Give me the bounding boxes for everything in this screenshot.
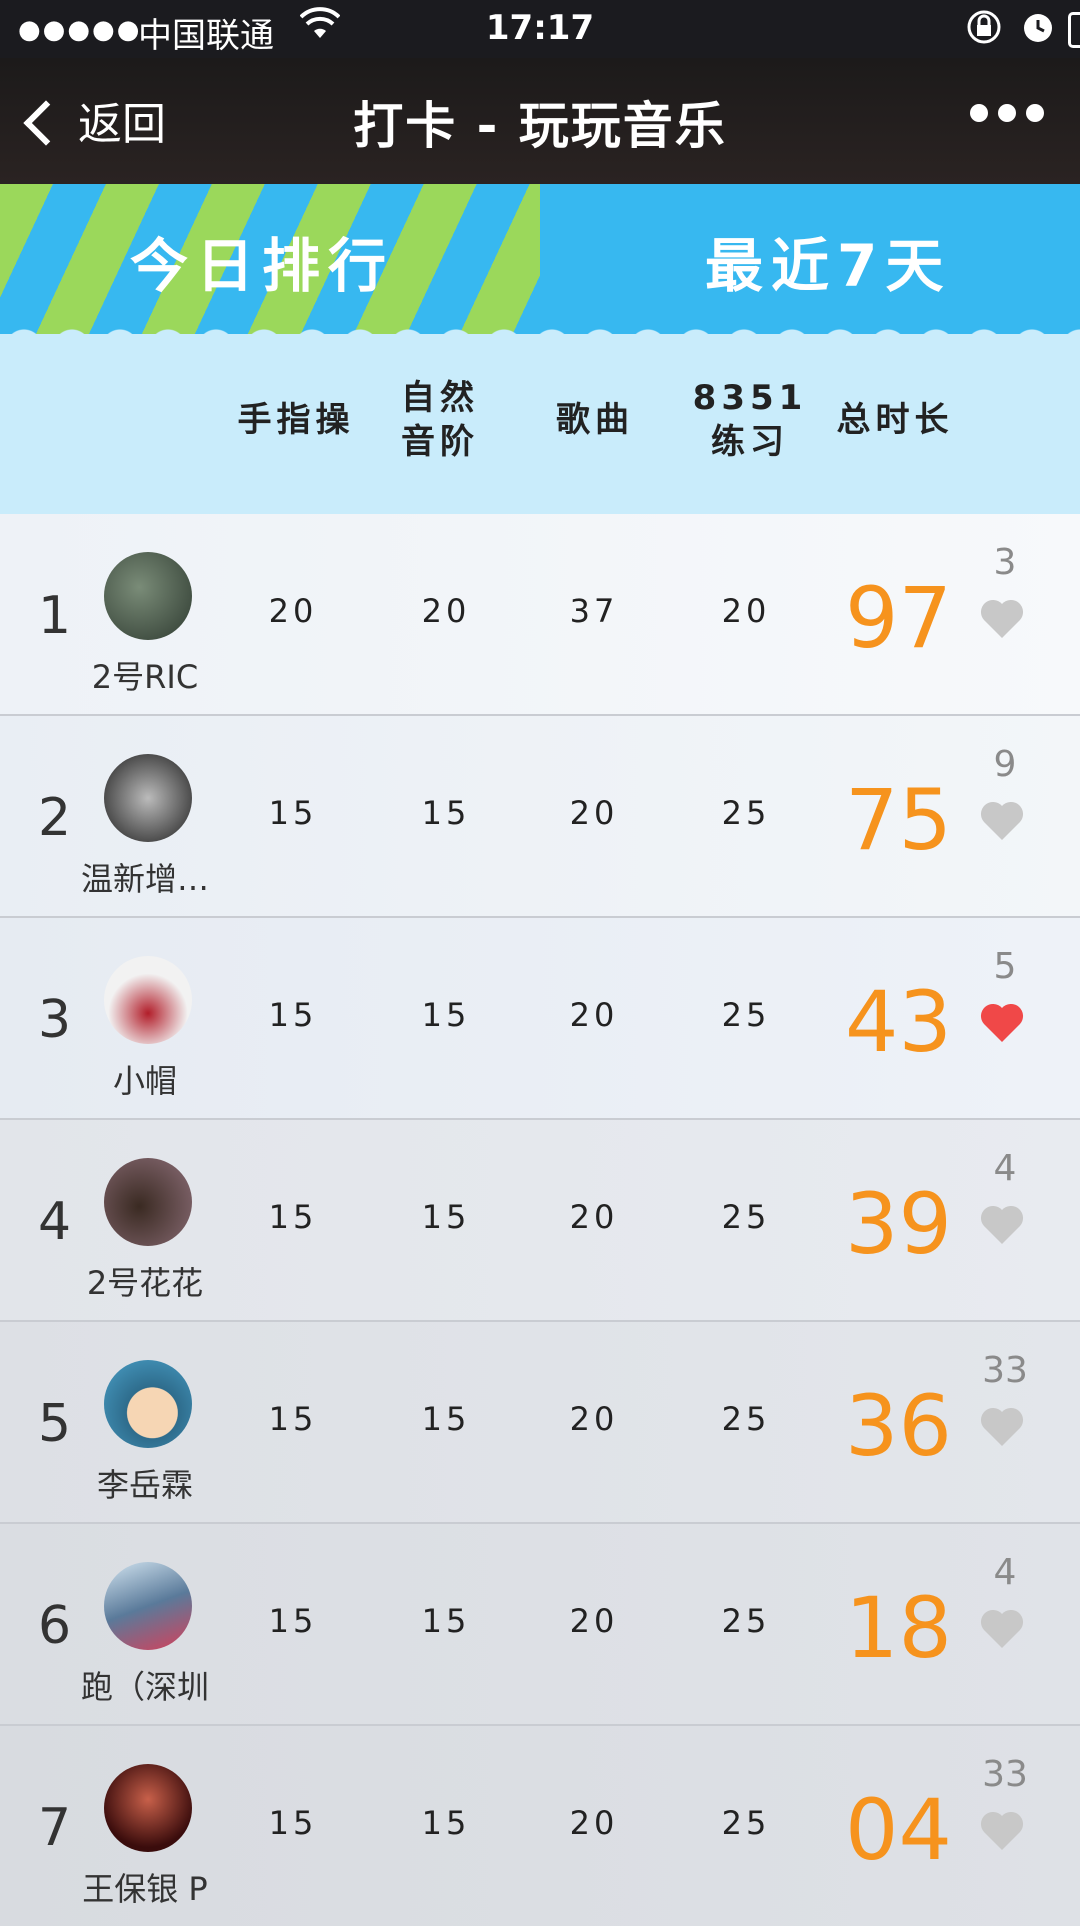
practice-8351-value: 25 [721,1198,771,1236]
clock: 17:17 [485,8,595,48]
natural-scale-value: 15 [421,1198,471,1236]
ranking-row[interactable]: 5 李岳霖 15 15 20 25 36 33 [0,1322,1080,1524]
natural-scale-value: 15 [421,794,471,832]
like-count: 9 [993,744,1017,785]
tab-recent-label: 最近7天 [705,232,952,300]
battery-icon [1068,12,1080,48]
like-count: 33 [982,1350,1028,1391]
practice-8351-value: 25 [721,794,771,832]
total-time-value: 39 [845,1175,952,1273]
total-time-value: 75 [845,771,952,869]
avatar[interactable] [104,1562,192,1650]
tab-today[interactable]: 今日排行 [0,184,540,334]
total-time-value: 04 [845,1781,952,1879]
column-header-finger-exercise: 手指操 [237,400,355,440]
rank-number: 6 [38,1596,72,1656]
like-count: 5 [993,946,1017,987]
finger-exercise-value: 15 [268,1602,318,1640]
ranking-row[interactable]: 3 小帽 15 15 20 25 43 5 [0,918,1080,1120]
rank-number: 1 [38,586,72,646]
column-header-total-time: 总时长 [836,400,954,440]
practice-8351-value: 20 [721,592,771,630]
songs-value: 20 [569,794,619,832]
table-header: 手指操 自然 音阶 歌曲 8351 练习 总时长 [0,334,1080,514]
ranking-row[interactable]: 4 2号花花 15 15 20 25 39 4 [0,1120,1080,1322]
more-dots-icon [970,104,988,122]
total-time-value: 36 [845,1377,952,1475]
natural-scale-value: 15 [421,1602,471,1640]
user-name: 王保银 P [82,1870,208,1908]
heart-icon[interactable] [978,1402,1026,1450]
natural-scale-value: 15 [421,1804,471,1842]
ranking-row[interactable]: 7 王保银 P 15 15 20 25 04 33 [0,1726,1080,1926]
natural-scale-value: 15 [421,1400,471,1438]
finger-exercise-value: 15 [268,1804,318,1842]
finger-exercise-value: 15 [268,1198,318,1236]
like-count: 33 [982,1754,1028,1795]
alarm-icon [1020,8,1056,55]
finger-exercise-value: 20 [268,592,318,630]
column-header-8351-practice: 8351 练习 [692,378,808,462]
avatar[interactable] [104,1360,192,1448]
heart-icon[interactable] [978,796,1026,844]
rank-number: 7 [38,1798,72,1858]
songs-value: 20 [569,1602,619,1640]
like-count: 3 [993,542,1017,583]
songs-value: 20 [569,1198,619,1236]
rank-number: 2 [38,788,72,848]
total-time-value: 18 [845,1579,952,1677]
ranking-row[interactable]: 6 跑（深圳 15 15 20 25 18 4 [0,1524,1080,1726]
column-header-songs: 歌曲 [556,400,634,440]
avatar[interactable] [104,1158,192,1246]
heart-icon[interactable] [978,594,1026,642]
tab-today-label: 今日排行 [130,232,395,300]
user-name: 温新增… [80,860,209,898]
avatar[interactable] [104,956,192,1044]
navigation-bar: 返回 打卡 - 玩玩音乐 [0,58,1080,184]
practice-8351-value: 25 [721,1804,771,1842]
total-time-value: 97 [845,569,952,667]
heart-icon[interactable] [978,1604,1026,1652]
songs-value: 20 [569,1400,619,1438]
user-name: 2号花花 [86,1264,204,1302]
avatar[interactable] [104,754,192,842]
page-title: 打卡 - 玩玩音乐 [353,97,727,155]
finger-exercise-value: 15 [268,794,318,832]
ranking-row[interactable]: 1 2号RIC 20 20 37 20 97 3 [0,514,1080,716]
column-header-natural-scale: 自然 音阶 [401,378,479,462]
ranking-row[interactable]: 2 温新增… 15 15 20 25 75 9 [0,716,1080,918]
practice-8351-value: 25 [721,1400,771,1438]
heart-icon[interactable] [978,1200,1026,1248]
total-time-value: 43 [845,973,952,1071]
user-name: 2号RIC [91,658,199,696]
songs-value: 20 [569,996,619,1034]
rank-number: 4 [38,1192,72,1252]
rank-number: 5 [38,1394,72,1454]
user-name: 李岳霖 [96,1466,193,1504]
status-bar: ●●●●● 中国联通 17:17 [0,0,1080,58]
practice-8351-value: 25 [721,996,771,1034]
user-name: 跑（深圳 [80,1668,209,1706]
songs-value: 20 [569,1804,619,1842]
natural-scale-value: 20 [421,592,471,630]
like-count: 4 [993,1552,1017,1593]
songs-value: 37 [569,592,619,630]
user-name: 小帽 [112,1062,177,1100]
rank-number: 3 [38,990,72,1050]
finger-exercise-value: 15 [268,1400,318,1438]
heart-icon[interactable] [978,1806,1026,1854]
avatar[interactable] [104,1764,192,1852]
like-count: 4 [993,1148,1017,1189]
natural-scale-value: 15 [421,996,471,1034]
rotation-lock-icon [965,8,1003,55]
heart-icon[interactable] [978,998,1026,1046]
more-options-button[interactable] [960,104,1044,126]
avatar[interactable] [104,552,192,640]
ranking-tabs: 今日排行 最近7天 [0,184,1080,334]
finger-exercise-value: 15 [268,996,318,1034]
practice-8351-value: 25 [721,1602,771,1640]
